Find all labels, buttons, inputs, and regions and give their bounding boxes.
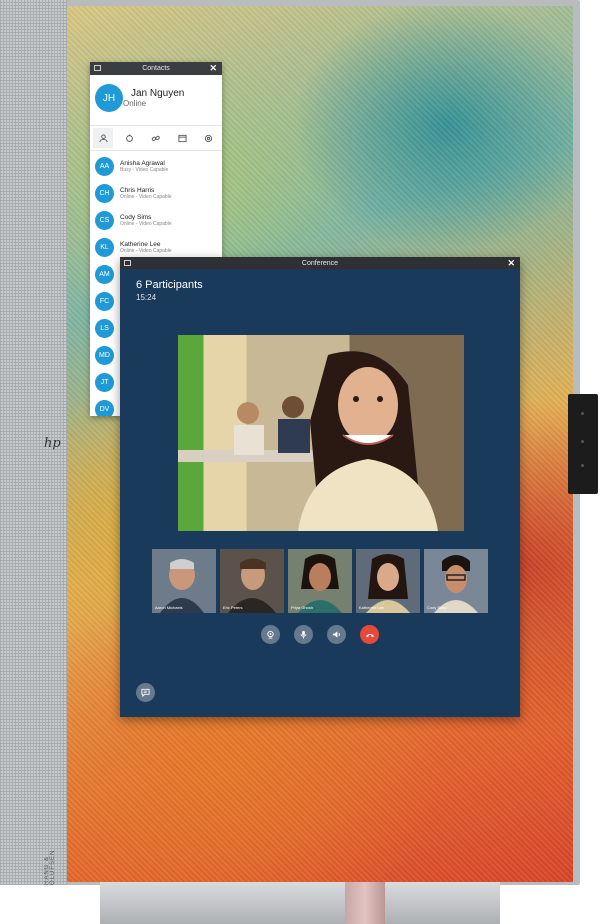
avatar: CH (95, 184, 114, 203)
avatar: AA (95, 157, 114, 176)
participants-count: 6 Participants (136, 279, 203, 291)
participant-thumbnail[interactable]: Cody Sims (424, 549, 488, 613)
conference-window[interactable]: Conference ✕ 6 Participants 15:24 Aaron … (120, 257, 520, 717)
bell-icon[interactable] (120, 128, 140, 148)
chat-icon[interactable] (136, 683, 155, 702)
contact-status: Online - Video Capable (120, 193, 172, 200)
avatar: MD (95, 346, 114, 365)
avatar: FC (95, 292, 114, 311)
avatar: CS (95, 211, 114, 230)
avatar: KL (95, 238, 114, 257)
person-icon[interactable] (93, 128, 114, 148)
contact-name: Cody Sims (120, 213, 152, 221)
stand-neck (345, 882, 385, 924)
contact-status: Online - Video Capable (120, 220, 172, 227)
close-icon[interactable]: ✕ (209, 63, 217, 74)
contact-name: Anisha Agrawal (120, 159, 165, 167)
avatar: LS (95, 319, 114, 338)
participant-thumbnail[interactable]: Katherine Lee (356, 549, 420, 613)
participant-name: Eric Peters (223, 605, 243, 610)
main-video-feed[interactable] (178, 335, 464, 531)
participant-name: Priya Ghosh (291, 605, 314, 610)
pop-up-webcam (568, 394, 598, 494)
conference-titlebar[interactable]: Conference ✕ (120, 257, 520, 269)
speaker-grille: hp RANG & OLUFSEN (0, 0, 67, 885)
avatar: AM (95, 265, 114, 284)
gear-icon[interactable] (199, 128, 219, 148)
my-profile[interactable]: JH Jan Nguyen Online (90, 75, 222, 121)
participant-name: Aaron Michaels (155, 605, 183, 610)
contact-status: Busy - Video Capable (120, 166, 169, 173)
my-name: Jan Nguyen (131, 88, 185, 99)
contact-name: Chris Harris (120, 186, 155, 194)
avatar: JH (95, 84, 123, 112)
participant-name: Cody Sims (427, 605, 447, 610)
list-item[interactable]: CH Chris Harris Online - Video Capable (90, 180, 222, 207)
window-menu-icon[interactable] (94, 65, 101, 71)
contacts-titlebar[interactable]: Contacts ✕ (90, 62, 222, 75)
microphone-icon[interactable] (294, 625, 313, 644)
call-controls (120, 625, 520, 644)
speaker-icon[interactable] (327, 625, 346, 644)
conference-title: Conference (301, 259, 339, 267)
brand-label: RANG & OLUFSEN (44, 849, 56, 885)
avatar: JT (95, 373, 114, 392)
hang-up-icon[interactable] (360, 625, 379, 644)
participant-name: Katherine Lee (359, 605, 384, 610)
link-icon[interactable] (146, 128, 166, 148)
calendar-icon[interactable] (172, 128, 192, 148)
window-menu-icon[interactable] (124, 260, 131, 266)
list-item[interactable]: AA Anisha Agrawal Busy - Video Capable (90, 153, 222, 180)
list-item[interactable]: CS Cody Sims Online - Video Capable (90, 207, 222, 234)
contacts-title: Contacts (142, 65, 170, 72)
contact-name: Katherine Lee (120, 240, 161, 248)
participant-thumbnails: Aaron Michaels Eric Peters Priya Ghosh K… (152, 549, 488, 613)
my-status: Online (123, 99, 147, 108)
call-timer: 15:24 (136, 293, 157, 302)
participant-thumbnail[interactable]: Priya Ghosh (288, 549, 352, 613)
close-icon[interactable]: ✕ (507, 258, 515, 269)
contact-status: Online - Video Capable (120, 247, 172, 254)
camera-icon[interactable] (261, 625, 280, 644)
hp-logo: hp (44, 436, 61, 451)
contacts-tabs (90, 125, 222, 151)
participant-thumbnail[interactable]: Eric Peters (220, 549, 284, 613)
monitor-stand (100, 882, 500, 924)
participant-thumbnail[interactable]: Aaron Michaels (152, 549, 216, 613)
avatar: DV (95, 400, 114, 416)
